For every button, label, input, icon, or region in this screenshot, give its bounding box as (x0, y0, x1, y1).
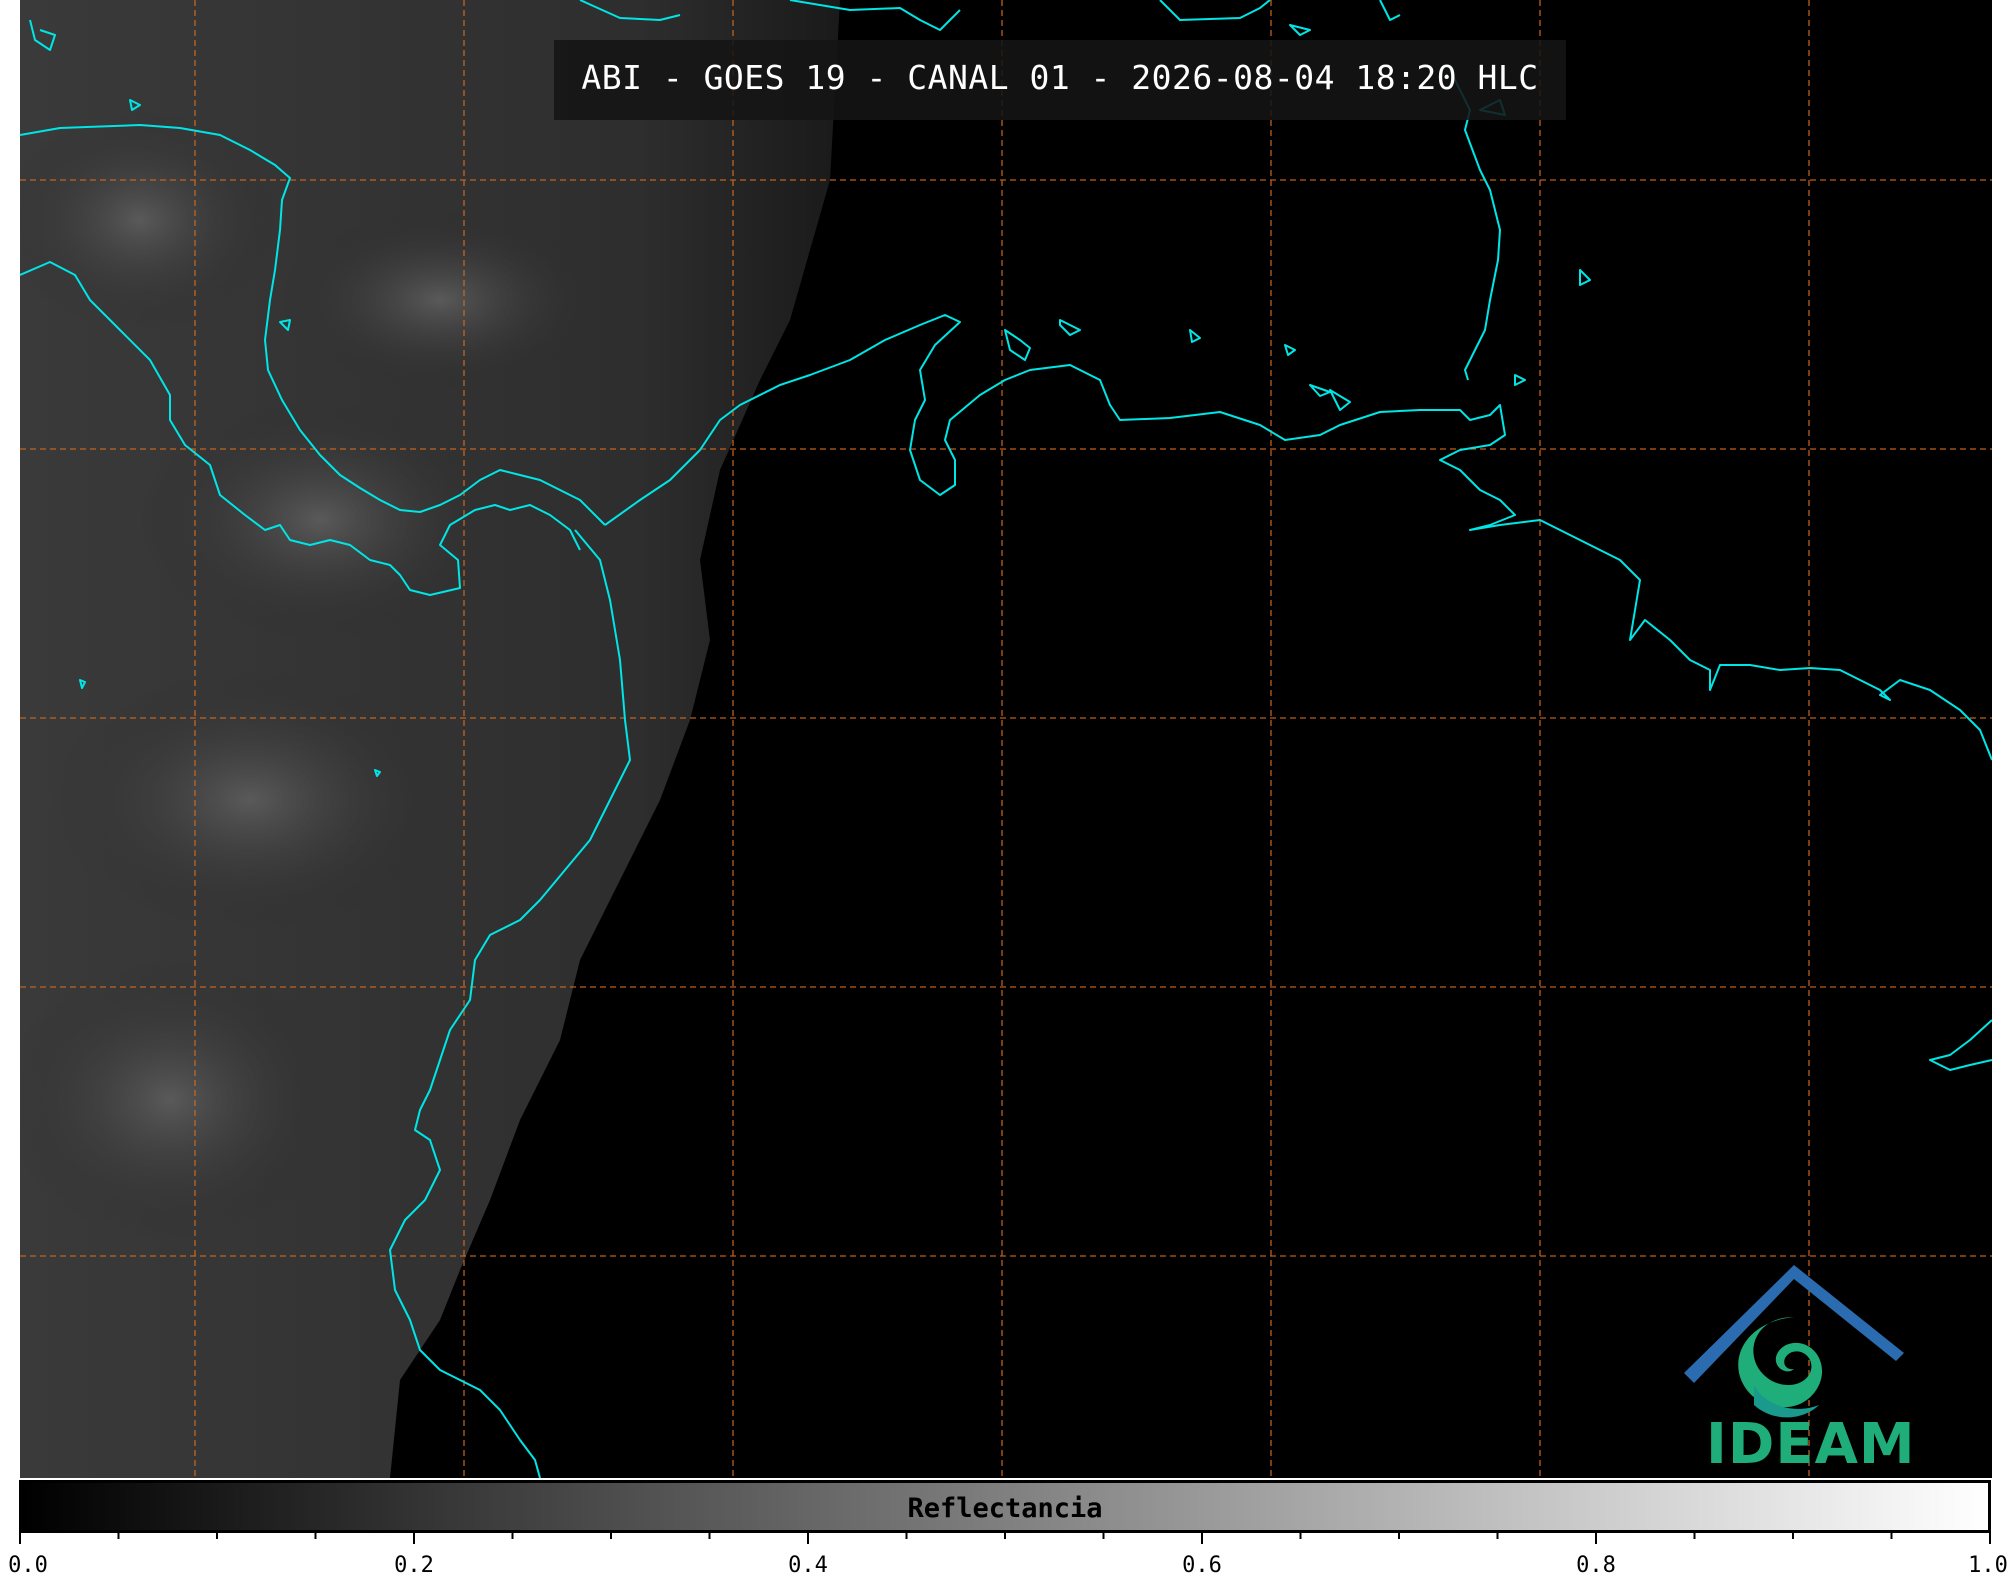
cloud-cluster (140, 400, 500, 640)
map-title: ABI - GOES 19 - CANAL 01 - 2026-08-04 18… (581, 58, 1539, 97)
colorbar-tick-label: 1.0 (1968, 1553, 2008, 1578)
colorbar-tick-label: 0.6 (1182, 1553, 1222, 1578)
colorbar-tick-label: 0.4 (788, 1553, 828, 1578)
satellite-map: ABI - GOES 19 - CANAL 01 - 2026-08-04 18… (20, 0, 1992, 1478)
colorbar-tick-label: 0.8 (1576, 1553, 1616, 1578)
title-banner: ABI - GOES 19 - CANAL 01 - 2026-08-04 18… (554, 40, 1566, 120)
colorbar-label: Reflectancia (907, 1493, 1103, 1524)
colorbar-tick-label: 0.0 (8, 1553, 48, 1578)
cloud-cluster (50, 670, 450, 930)
logo-text: IDEAM (1706, 1412, 1916, 1477)
colorbar-tick-label: 0.2 (394, 1553, 434, 1578)
cloud-cluster (280, 210, 600, 390)
colorbar: Reflectancia (19, 1480, 1991, 1533)
colorbar-ticks (19, 1530, 1991, 1544)
